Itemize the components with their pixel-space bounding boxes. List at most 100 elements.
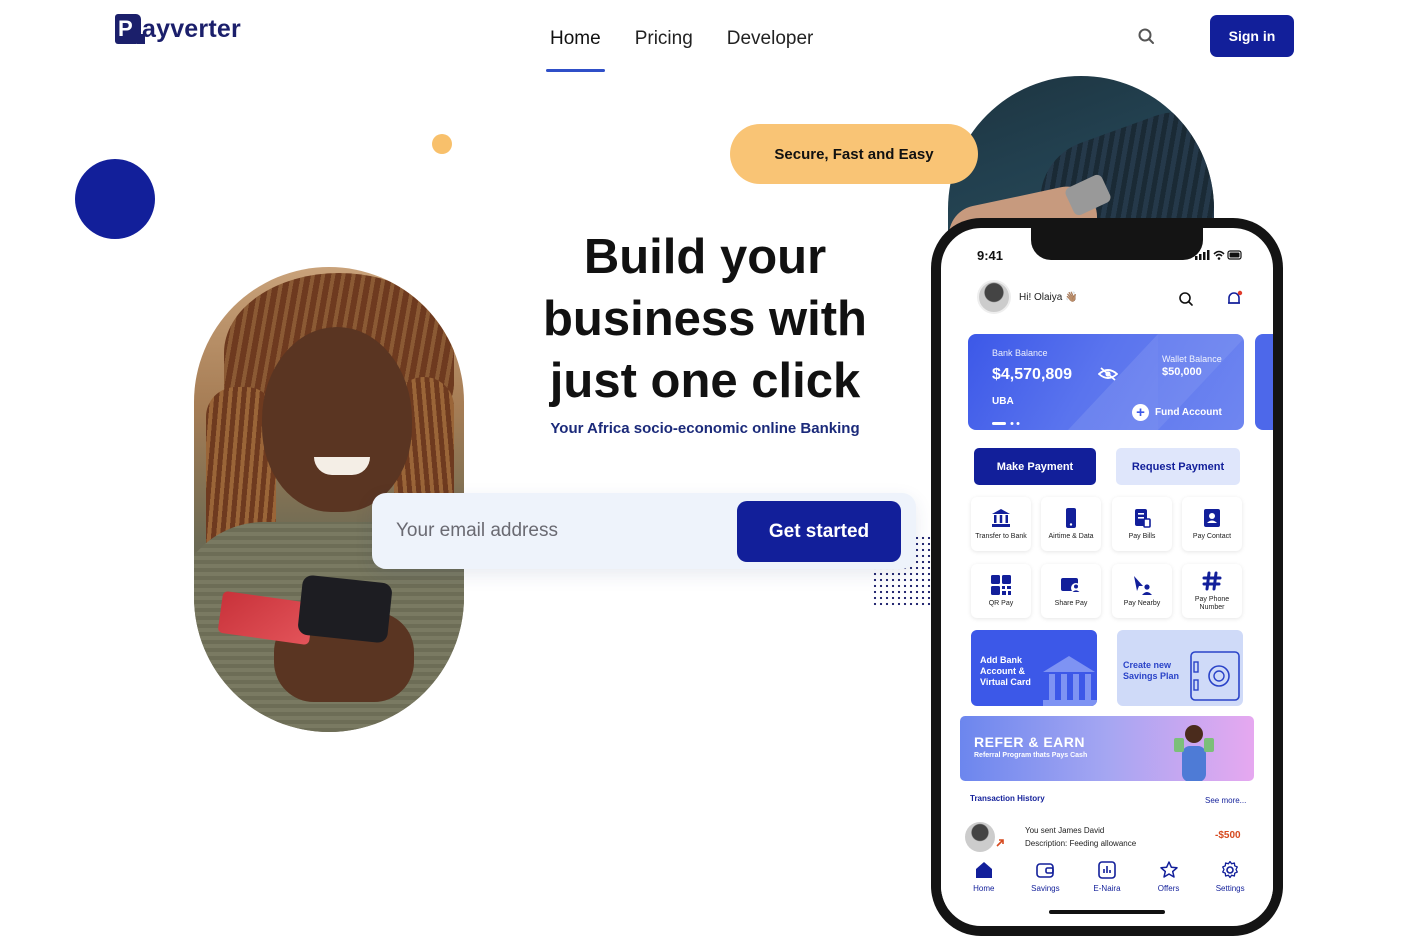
hero-title-line2: business with xyxy=(542,292,867,346)
wallet-balance-label: Wallet Balance xyxy=(1162,354,1222,364)
avatar[interactable] xyxy=(977,280,1011,314)
hide-balance-icon[interactable] xyxy=(1097,366,1119,382)
bank-balance-label: Bank Balance xyxy=(992,348,1048,358)
bank-name: UBA xyxy=(992,396,1014,407)
service-pay-phone-number[interactable]: Pay Phone Number xyxy=(1182,564,1242,618)
phone-mockup: 9:41 Hi! Olaiya 👋🏽 Bank Balance $4,570,8… xyxy=(931,218,1283,936)
tab-savings[interactable]: Savings xyxy=(1020,860,1070,910)
add-bank-account-label: Add Bank Account & Virtual Card xyxy=(980,655,1031,687)
service-transfer-to-bank[interactable]: Transfer to Bank xyxy=(971,497,1031,551)
tab-offers[interactable]: Offers xyxy=(1144,860,1194,910)
service-share-pay[interactable]: Share Pay xyxy=(1041,564,1101,618)
status-icons xyxy=(1195,248,1243,262)
share-pay-icon xyxy=(1061,578,1081,593)
email-input[interactable] xyxy=(396,513,716,549)
greeting-row: Hi! Olaiya 👋🏽 xyxy=(977,280,1078,314)
safe-icon xyxy=(1190,651,1240,701)
transaction-row[interactable]: You sent James David Description: Feedin… xyxy=(965,822,1255,856)
service-label: Transfer to Bank xyxy=(975,533,1027,540)
service-pay-bills[interactable]: Pay Bills xyxy=(1112,497,1172,551)
home-indicator xyxy=(1049,910,1165,914)
star-icon xyxy=(1159,861,1178,878)
refer-earn-banner[interactable]: REFER & EARN Referral Program thats Pays… xyxy=(960,716,1254,781)
hash-icon xyxy=(1202,571,1222,591)
logo-mark: P xyxy=(115,14,145,44)
tab-e-naira[interactable]: E-Naira xyxy=(1082,860,1132,910)
sign-in-button[interactable]: Sign in xyxy=(1210,15,1294,57)
home-icon xyxy=(975,862,992,878)
email-signup-form: Get started xyxy=(372,493,916,569)
transaction-history-title: Transaction History xyxy=(970,794,1045,803)
referral-person-image xyxy=(1174,725,1214,781)
get-started-button[interactable]: Get started xyxy=(737,501,901,562)
service-airtime-data[interactable]: Airtime & Data xyxy=(1041,497,1101,551)
see-more-link[interactable]: See more... xyxy=(1205,796,1246,805)
transaction-avatar xyxy=(965,822,995,852)
hero-title-line3: just one click xyxy=(549,354,861,408)
bottom-tab-bar: Home Savings E-Naira Offers Settings xyxy=(941,860,1273,910)
service-qr-pay[interactable]: QR Pay xyxy=(971,564,1031,618)
wallet-balance-amount: $50,000 xyxy=(1162,366,1202,378)
card-pager-dots xyxy=(992,412,1022,425)
tab-label: Offers xyxy=(1157,884,1180,893)
tab-label: Settings xyxy=(1215,884,1245,893)
nav-developer[interactable]: Developer xyxy=(727,28,814,50)
service-label: Pay Contact xyxy=(1192,533,1232,540)
make-payment-button[interactable]: Make Payment xyxy=(974,448,1096,485)
refer-earn-subtitle: Referral Program thats Pays Cash xyxy=(974,752,1088,759)
hero-title: Build your business with just one click xyxy=(520,226,890,412)
transaction-amount: -$500 xyxy=(1215,830,1241,841)
search-icon[interactable] xyxy=(1136,26,1158,48)
fund-account-label: Fund Account xyxy=(1155,407,1222,418)
nav-pricing[interactable]: Pricing xyxy=(635,28,693,50)
request-payment-button[interactable]: Request Payment xyxy=(1116,448,1240,485)
phone-screen: 9:41 Hi! Olaiya 👋🏽 Bank Balance $4,570,8… xyxy=(941,228,1273,926)
balance-card[interactable]: Bank Balance $4,570,809 UBA Wallet Balan… xyxy=(968,334,1244,430)
bill-icon xyxy=(1135,509,1151,528)
decorative-circle-yellow xyxy=(432,134,452,154)
logo-text: ayverter xyxy=(142,14,241,43)
contact-icon xyxy=(1204,509,1220,527)
qr-icon xyxy=(991,575,1011,595)
tab-label: Home xyxy=(973,884,995,893)
brand-logo[interactable]: P ayverter xyxy=(115,14,241,44)
service-label: Airtime & Data xyxy=(1048,533,1094,540)
greeting-text: Hi! Olaiya 👋🏽 xyxy=(1019,291,1078,303)
secure-badge: Secure, Fast and Easy xyxy=(730,124,978,184)
nearby-icon xyxy=(1134,576,1152,595)
next-card-peek[interactable] xyxy=(1255,334,1273,430)
plus-icon: + xyxy=(1132,404,1149,421)
mobile-icon xyxy=(1066,508,1076,528)
search-icon[interactable] xyxy=(1177,290,1195,308)
wallet-icon xyxy=(1036,863,1055,878)
create-savings-plan-card[interactable]: Create new Savings Plan xyxy=(1117,630,1243,706)
chart-icon xyxy=(1098,861,1116,879)
bank-building-icon xyxy=(1043,656,1097,706)
service-pay-contact[interactable]: Pay Contact xyxy=(1182,497,1242,551)
hero-title-line1: Build your xyxy=(583,230,827,284)
service-label: QR Pay xyxy=(988,600,1014,607)
add-bank-account-card[interactable]: Add Bank Account & Virtual Card xyxy=(971,630,1097,706)
service-label: Pay Nearby xyxy=(1123,600,1161,607)
bank-icon xyxy=(992,509,1010,527)
tab-label: E-Naira xyxy=(1093,884,1121,893)
tab-label: Savings xyxy=(1031,884,1060,893)
service-pay-nearby[interactable]: Pay Nearby xyxy=(1112,564,1172,618)
hero-subtitle: Your Africa socio-economic online Bankin… xyxy=(550,420,860,437)
create-savings-plan-label: Create new Savings Plan xyxy=(1123,660,1180,681)
service-label: Pay Bills xyxy=(1128,533,1156,540)
service-label: Pay Phone Number xyxy=(1194,596,1230,611)
bank-balance-amount: $4,570,809 xyxy=(992,366,1073,383)
notification-bell-icon[interactable] xyxy=(1225,290,1243,308)
gear-icon xyxy=(1222,860,1239,879)
tab-settings[interactable]: Settings xyxy=(1205,860,1255,910)
tab-home[interactable]: Home xyxy=(959,860,1009,910)
transaction-description: Description: Feeding allowance xyxy=(1025,839,1137,848)
fund-account-button[interactable]: + Fund Account xyxy=(1132,404,1222,421)
nav-home[interactable]: Home xyxy=(546,28,605,72)
refer-earn-title: REFER & EARN xyxy=(974,734,1086,750)
decorative-circle-blue xyxy=(75,159,155,239)
transaction-title: You sent James David xyxy=(1025,826,1105,835)
service-label: Share Pay xyxy=(1054,600,1088,607)
main-nav: Home Pricing Developer xyxy=(546,28,847,72)
